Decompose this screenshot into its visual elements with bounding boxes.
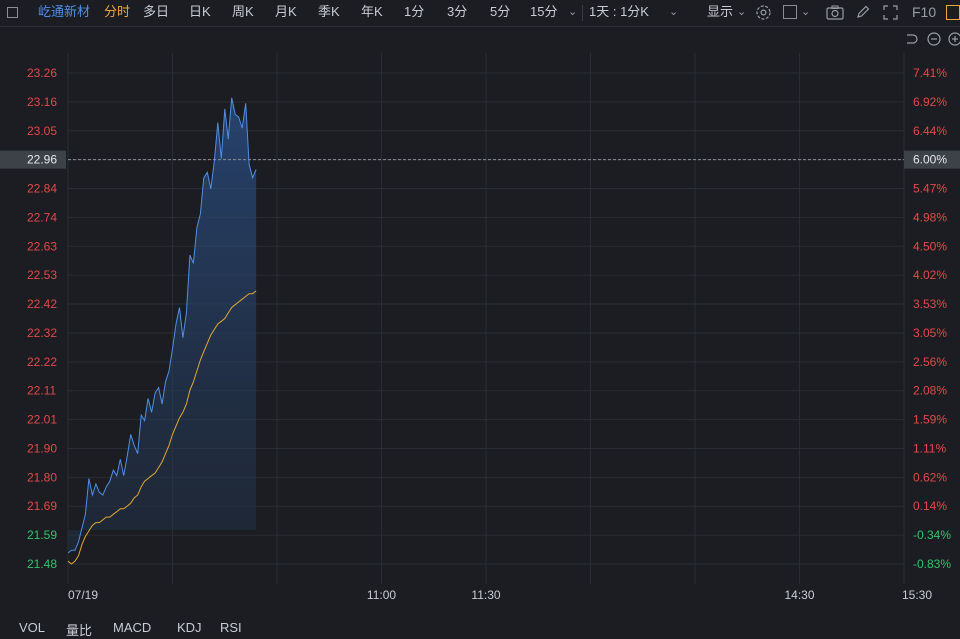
y-tick-right: 0.62% bbox=[913, 470, 947, 484]
y-tick-right: 5.47% bbox=[913, 182, 947, 196]
y-tick-right: 7.41% bbox=[913, 66, 947, 80]
y-tick-right: 2.08% bbox=[913, 384, 947, 398]
y-tick-left: 22.74 bbox=[27, 210, 57, 224]
y-tick-left: 21.69 bbox=[27, 499, 57, 513]
y-tick-right: 0.14% bbox=[913, 499, 947, 513]
y-tick-left: 22.84 bbox=[27, 182, 57, 196]
intraday-chart[interactable]: 23.26 23.16 23.05 22.96 22.84 22.74 22.63 22.53… bbox=[0, 0, 960, 612]
y-tick-left: 21.90 bbox=[27, 441, 57, 455]
y-tick-right: 6.92% bbox=[913, 95, 947, 109]
y-tick-left: 22.01 bbox=[27, 413, 57, 427]
y-tick-left: 23.05 bbox=[27, 124, 57, 138]
y-tick-left: 22.22 bbox=[27, 355, 57, 369]
y-tick-left: 22.11 bbox=[27, 384, 56, 398]
y-tick-right: 1.59% bbox=[913, 413, 947, 427]
y-tick-right: 4.50% bbox=[913, 239, 947, 253]
y-tick-left: 21.59 bbox=[27, 528, 57, 542]
y-tick-left: 22.42 bbox=[27, 297, 57, 311]
tab-vol[interactable]: VOL bbox=[19, 620, 45, 635]
x-tick: 15:30 bbox=[902, 588, 932, 602]
y-tick-right: 2.56% bbox=[913, 355, 947, 369]
y-tick-left: 21.48 bbox=[27, 557, 57, 571]
y-tick-right: 4.02% bbox=[913, 268, 947, 282]
y-tick-right: -0.34% bbox=[913, 528, 951, 542]
x-tick: 11:30 bbox=[471, 588, 500, 602]
tab-macd[interactable]: MACD bbox=[113, 620, 151, 635]
x-tick: 14:30 bbox=[784, 588, 814, 602]
y-tick-left: 22.32 bbox=[27, 326, 57, 340]
y-tick-left: 22.63 bbox=[27, 239, 57, 253]
y-tick-left: 22.96 bbox=[27, 153, 57, 167]
y-tick-left: 22.53 bbox=[27, 268, 57, 282]
y-tick-right: 6.44% bbox=[913, 124, 947, 138]
y-tick-left: 23.16 bbox=[27, 95, 57, 109]
y-tick-right: 3.53% bbox=[913, 297, 947, 311]
x-tick: 07/19 bbox=[68, 588, 98, 602]
x-tick: 11:00 bbox=[367, 588, 396, 602]
tab-volume-ratio[interactable]: 量比 bbox=[66, 620, 92, 639]
y-tick-right: 1.11% bbox=[913, 441, 946, 455]
y-tick-left: 23.26 bbox=[27, 66, 57, 80]
tab-kdj[interactable]: KDJ bbox=[177, 620, 202, 635]
y-tick-right: -0.83% bbox=[913, 557, 951, 571]
y-tick-right: 3.05% bbox=[913, 326, 947, 340]
y-tick-right: 4.98% bbox=[913, 210, 947, 224]
tab-rsi[interactable]: RSI bbox=[220, 620, 242, 635]
y-tick-left: 21.80 bbox=[27, 470, 57, 484]
y-tick-right: 6.00% bbox=[913, 153, 947, 167]
